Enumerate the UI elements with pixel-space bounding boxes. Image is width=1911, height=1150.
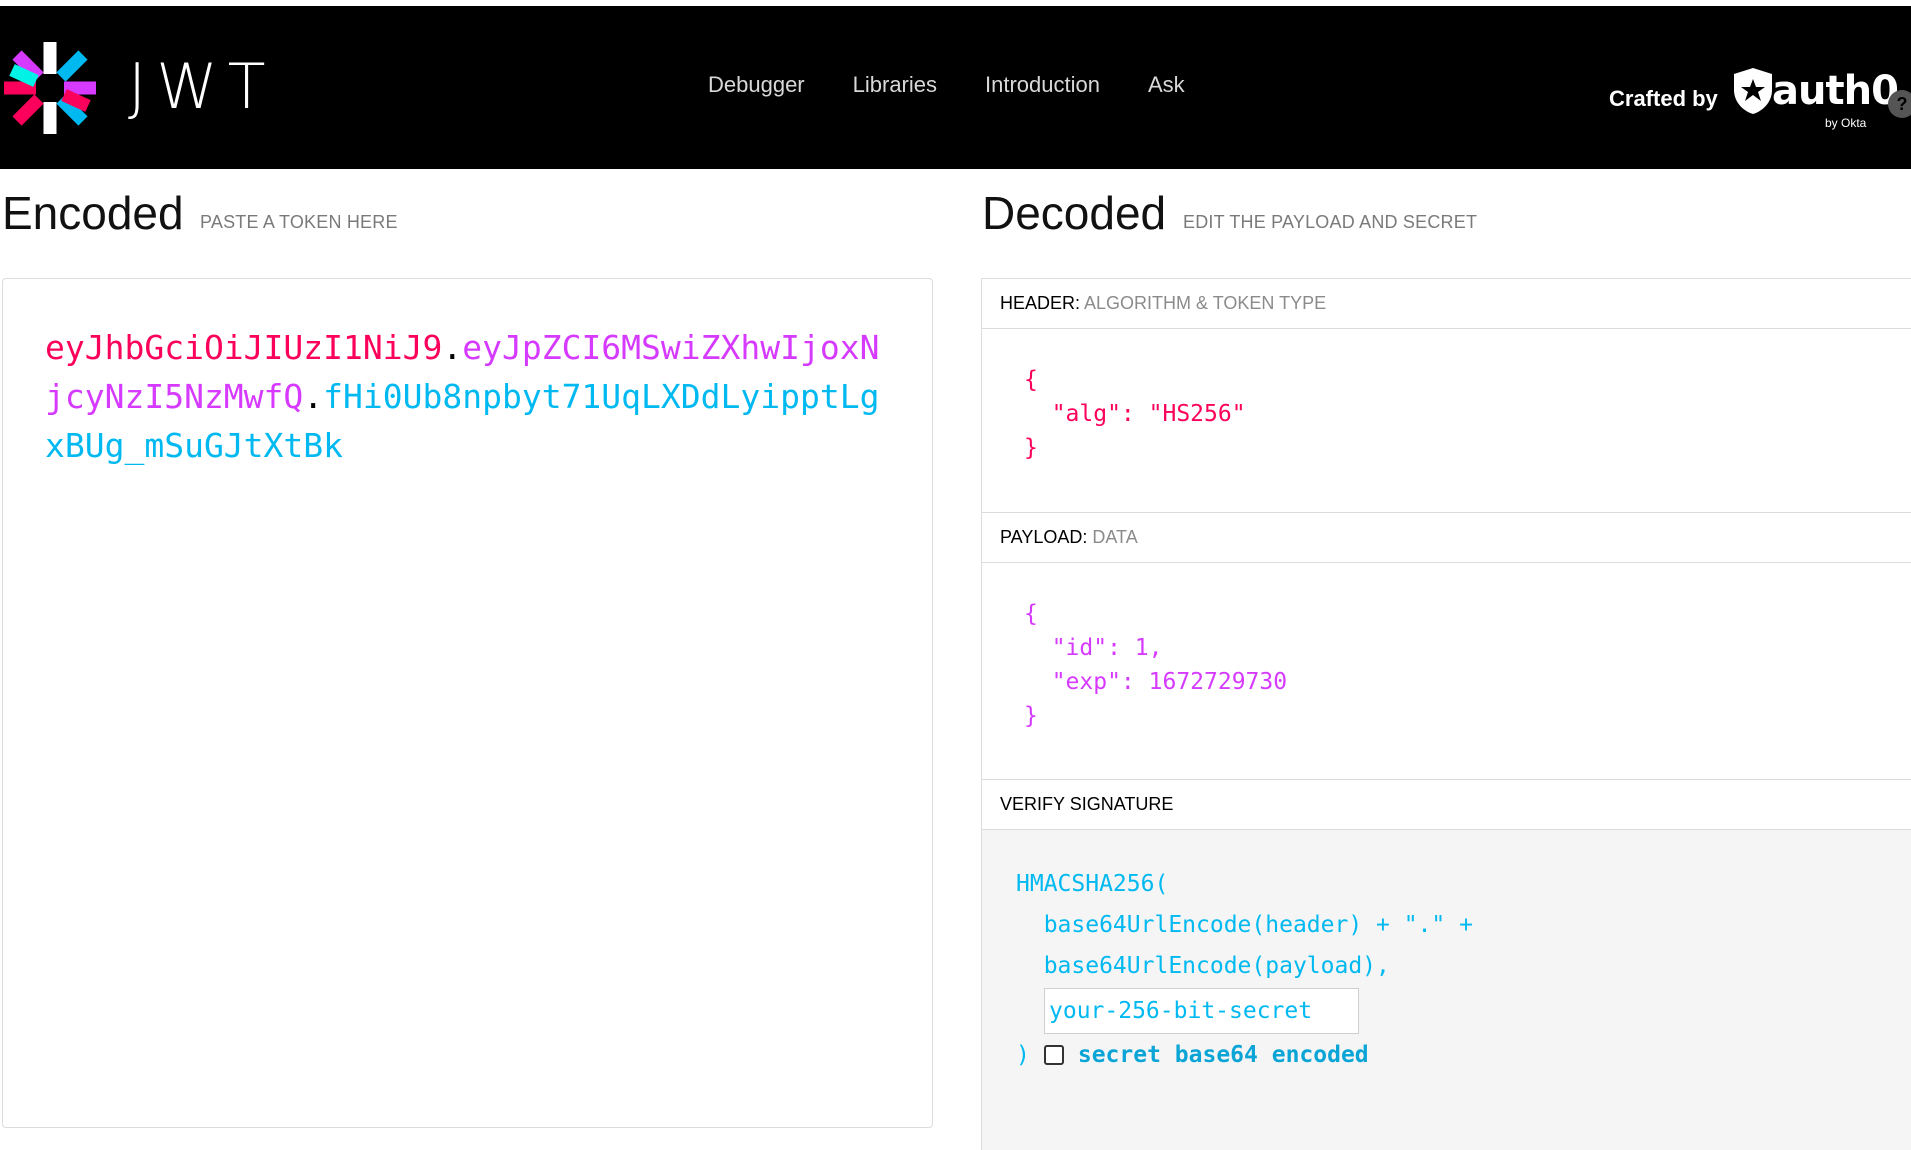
jwt-logo-icon[interactable]: [0, 38, 100, 138]
payload-sublabel: DATA: [1092, 527, 1138, 547]
payload-editor[interactable]: { "id": 1, "exp": 1672729730 }: [981, 563, 1911, 779]
header-json[interactable]: { "alg": "HS256" }: [1024, 363, 1246, 465]
auth0-sub: by Okta: [1825, 116, 1867, 130]
verify-line: base64UrlEncode(payload),: [1016, 953, 1390, 979]
decoded-subtitle: EDIT THE PAYLOAD AND SECRET: [1183, 212, 1478, 232]
verify-code: HMACSHA256( base64UrlEncode(header) + ".…: [1016, 864, 1473, 987]
auth0-brand[interactable]: auth0: [1772, 68, 1899, 114]
help-icon[interactable]: ?: [1888, 90, 1911, 118]
header-sublabel: ALGORITHM & TOKEN TYPE: [1084, 293, 1327, 313]
nav-introduction[interactable]: Introduction: [985, 72, 1100, 98]
decoded-title: Decoded: [982, 187, 1167, 239]
token-text[interactable]: eyJhbGciOiJIUzI1NiJ9.eyJpZCI6MSwiZXhwIjo…: [45, 323, 885, 470]
verify-section-title: VERIFY SIGNATURE: [981, 779, 1911, 830]
encoded-subtitle: PASTE A TOKEN HERE: [200, 212, 398, 232]
header-label: HEADER:: [1000, 293, 1081, 313]
header-editor[interactable]: { "alg": "HS256" }: [981, 329, 1911, 512]
payload-json[interactable]: { "id": 1, "exp": 1672729730 }: [1024, 597, 1287, 733]
token-dot: .: [442, 328, 463, 367]
crafted-by-label: Crafted by: [1609, 86, 1718, 111]
secret-input[interactable]: [1044, 988, 1359, 1034]
verify-close-row: ) secret base64 encoded: [1016, 1042, 1369, 1068]
nav-libraries[interactable]: Libraries: [853, 72, 937, 98]
nav-ask[interactable]: Ask: [1148, 72, 1185, 98]
encoded-title: Encoded: [2, 187, 184, 239]
verify-signature-box: HMACSHA256( base64UrlEncode(header) + ".…: [981, 830, 1911, 1150]
navbar: JWT Debugger Libraries Introduction Ask …: [0, 6, 1911, 169]
encoded-token-editor[interactable]: eyJhbGciOiJIUzI1NiJ9.eyJpZCI6MSwiZXhwIjo…: [2, 278, 933, 1128]
verify-label: VERIFY SIGNATURE: [1000, 794, 1174, 814]
close-paren: ): [1016, 1042, 1030, 1068]
logo-text: JWT: [128, 50, 276, 123]
verify-line: base64UrlEncode(header) + "." +: [1016, 912, 1473, 938]
header-section-title: HEADER: ALGORITHM & TOKEN TYPE: [981, 278, 1911, 329]
token-dot: .: [303, 377, 324, 416]
decoded-panel: HEADER: ALGORITHM & TOKEN TYPE { "alg": …: [981, 278, 1911, 1150]
base64-checkbox[interactable]: [1043, 1045, 1064, 1065]
main-nav: Debugger Libraries Introduction Ask: [708, 72, 1185, 98]
payload-label: PAYLOAD:: [1000, 527, 1088, 547]
base64-checkbox-label[interactable]: secret base64 encoded: [1078, 1042, 1369, 1068]
payload-section-title: PAYLOAD: DATA: [981, 512, 1911, 563]
verify-line: HMACSHA256(: [1016, 871, 1169, 897]
token-header-part: eyJhbGciOiJIUzI1NiJ9: [45, 328, 443, 367]
auth0-shield-icon[interactable]: [1730, 66, 1776, 116]
nav-debugger[interactable]: Debugger: [708, 72, 805, 98]
